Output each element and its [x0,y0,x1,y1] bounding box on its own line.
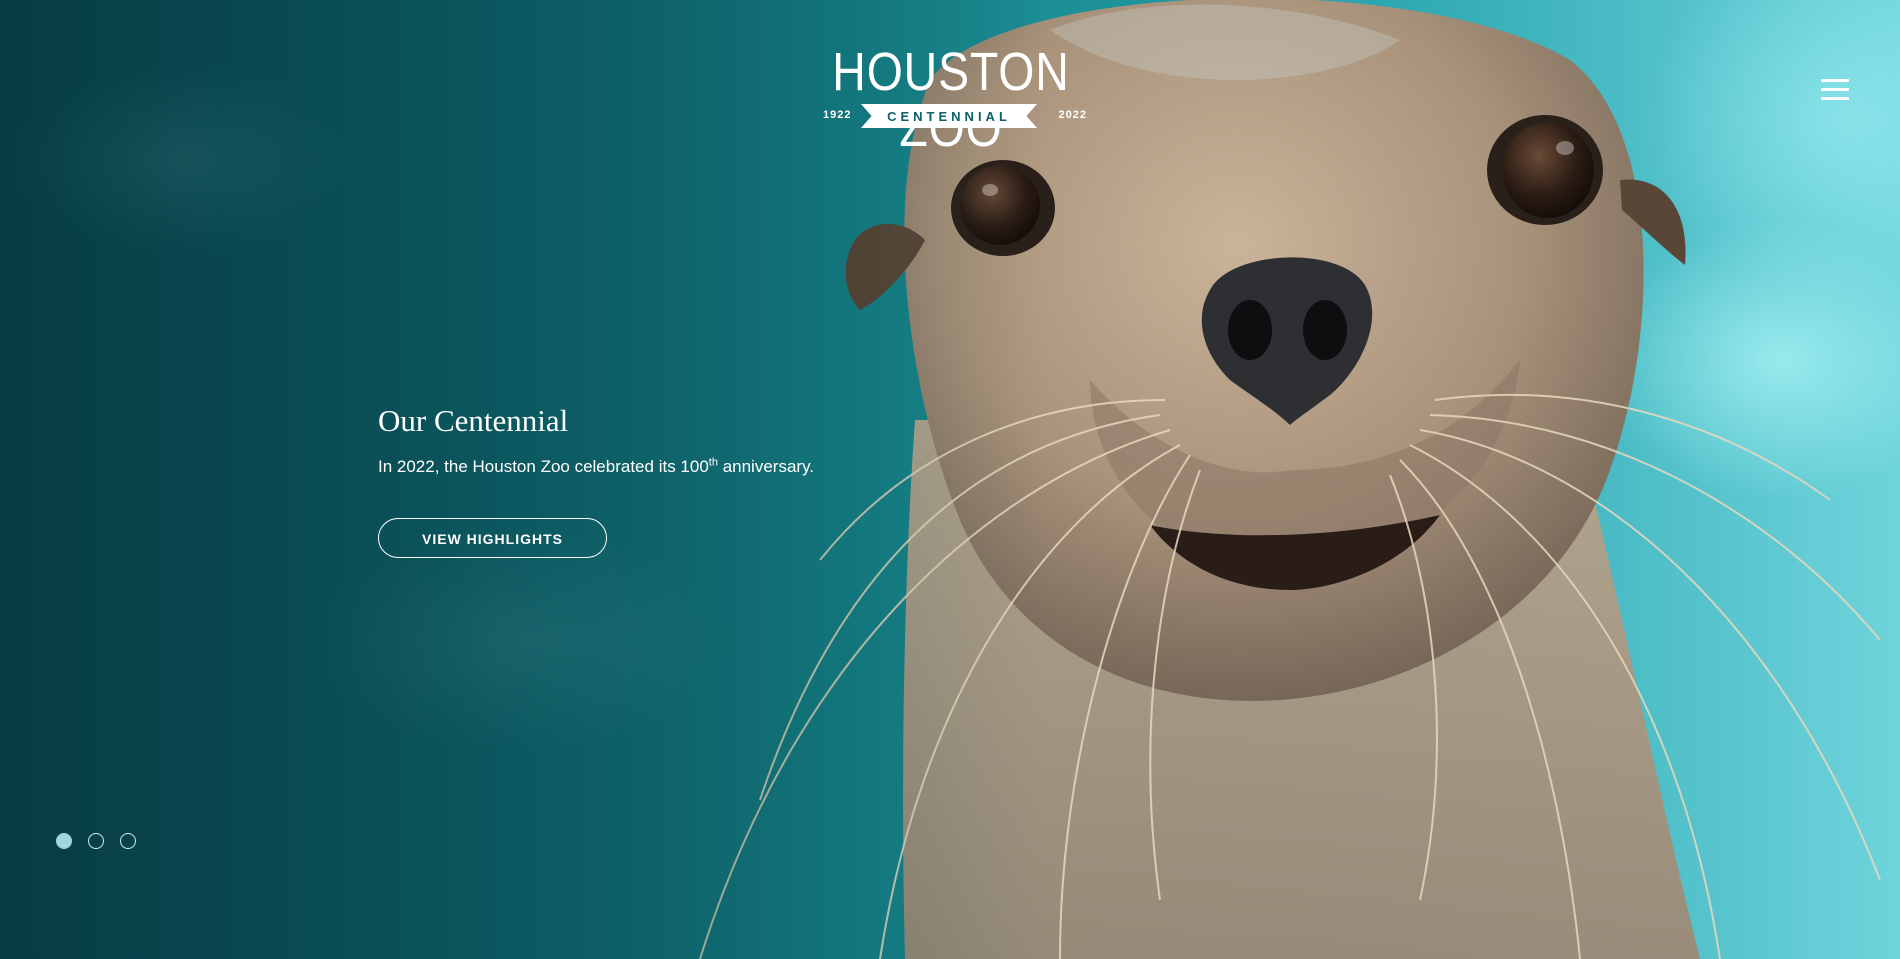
hero-description: In 2022, the Houston Zoo celebrated its … [378,456,898,478]
hero-description-ordinal: th [708,456,718,469]
hero-title: Our Centennial [378,403,569,438]
logo-ribbon: 1922 CENTENNIAL 2022 [795,104,1107,128]
hero-content: Our Centennial In 2022, the Houston Zoo … [378,400,898,558]
logo-year-end: 2022 [1058,109,1087,121]
slider-dot[interactable] [88,833,104,849]
hero-description-end: anniversary. [717,457,815,476]
logo-wordmark: HOUSTON ZOO [832,42,1070,158]
slider-dot[interactable] [120,833,136,849]
slider-pagination [56,833,152,849]
hamburger-menu-icon [1821,79,1849,101]
logo-banner-text: CENTENNIAL [887,109,1011,124]
slider-dot[interactable] [56,833,72,849]
main-menu-button[interactable] [1815,76,1855,104]
houston-zoo-centennial-logo[interactable]: HOUSTON ZOO 1922 CENTENNIAL 2022 [795,44,1107,156]
hero-description-main: In 2022, the Houston Zoo celebrated its … [378,457,709,476]
logo-banner: CENTENNIAL [861,104,1037,128]
logo-year-start: 1922 [823,109,852,121]
view-highlights-button[interactable]: VIEW HIGHLIGHTS [378,518,607,558]
